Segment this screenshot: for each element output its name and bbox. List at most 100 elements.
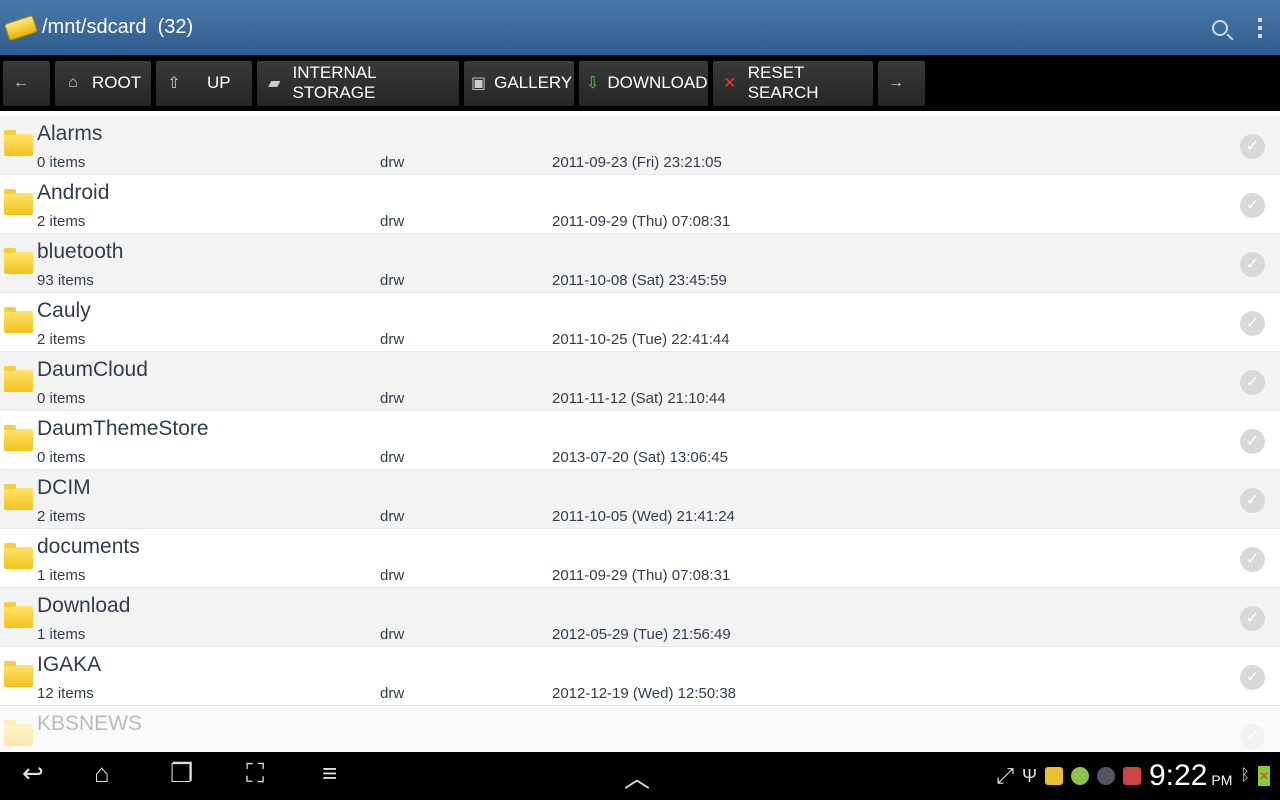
internal-storage-label: INTERNAL STORAGE <box>292 63 376 102</box>
folder-icon <box>4 543 33 569</box>
forward-button[interactable]: → <box>878 60 925 106</box>
usb-icon: Ψ <box>1021 765 1037 786</box>
download-label: DOWNLOAD <box>607 73 708 92</box>
file-row[interactable]: Cauly 2 items drw 2011-10-25 (Tue) 22:41… <box>0 293 1280 352</box>
file-name: Download <box>37 594 131 617</box>
file-row[interactable]: Android 2 items drw 2011-09-29 (Thu) 07:… <box>0 175 1280 234</box>
permissions: drw <box>380 449 405 466</box>
file-row[interactable]: KBSNEWS ✓ <box>0 706 1280 752</box>
file-row[interactable]: documents 1 items drw 2011-09-29 (Thu) 0… <box>0 529 1280 588</box>
item-count: 2 items <box>37 213 86 230</box>
current-path-title: /mnt/sdcard (32) <box>42 16 194 38</box>
file-name: DCIM <box>37 476 91 499</box>
item-count: 93 items <box>37 272 94 289</box>
folder-open-icon[interactable] <box>3 14 39 41</box>
internal-storage-button[interactable]: ▰ INTERNAL STORAGE <box>257 60 459 106</box>
folder-icon <box>4 366 33 392</box>
battery-icon: ✕ <box>1258 766 1270 786</box>
modified-date: 2011-09-23 (Fri) 23:21:05 <box>552 154 722 171</box>
file-name: DaumCloud <box>37 358 148 381</box>
file-row[interactable]: DaumThemeStore 0 items drw 2013-07-20 (S… <box>0 411 1280 470</box>
overflow-menu-icon[interactable] <box>1258 17 1262 38</box>
select-check-icon[interactable]: ✓ <box>1240 724 1265 749</box>
file-manager-icon <box>1045 767 1063 785</box>
file-name: KBSNEWS <box>37 712 143 735</box>
modified-date: 2012-12-19 (Wed) 12:50:38 <box>552 685 737 702</box>
back-button[interactable]: ← <box>3 60 50 106</box>
modified-date: 2011-11-12 (Sat) 21:10:44 <box>552 390 726 407</box>
folder-icon <box>4 484 33 510</box>
up-button[interactable]: ⇧ UP <box>156 60 252 106</box>
reset-search-button[interactable]: ✕ RESET SEARCH <box>713 60 873 106</box>
item-count: 0 items <box>37 449 86 466</box>
root-label: ROOT <box>92 73 142 92</box>
toolbar: ← ⌂ ROOT ⇧ UP ▰ INTERNAL STORAGE ▣ GALLERY ⇩… <box>0 55 1280 111</box>
select-check-icon[interactable]: ✓ <box>1240 665 1265 690</box>
back-icon[interactable]: ↩ <box>22 758 44 789</box>
select-check-icon[interactable]: ✓ <box>1240 193 1265 218</box>
permissions: drw <box>380 331 405 348</box>
modified-date: 2012-05-29 (Tue) 21:56:49 <box>552 626 731 643</box>
modified-date: 2011-09-29 (Thu) 07:08:31 <box>552 213 731 230</box>
notes-icon <box>1123 767 1141 785</box>
select-check-icon[interactable]: ✓ <box>1240 429 1265 454</box>
folder-icon <box>4 307 33 333</box>
download-button[interactable]: ⇩ DOWNLOAD <box>579 60 708 106</box>
item-count: 12 items <box>37 685 94 702</box>
screenshot-icon[interactable]: ⛶ <box>246 758 264 790</box>
select-check-icon[interactable]: ✓ <box>1240 134 1265 159</box>
root-button[interactable]: ⌂ ROOT <box>55 60 151 106</box>
menu-icon[interactable]: ≡ <box>322 758 337 789</box>
item-count: 1 items <box>37 626 86 643</box>
file-name: Cauly <box>37 299 91 322</box>
android-icon <box>1071 767 1089 785</box>
file-row[interactable]: IGAKA 12 items drw 2012-12-19 (Wed) 12:5… <box>0 647 1280 706</box>
modified-date: 2011-10-25 (Tue) 22:41:44 <box>552 331 730 348</box>
select-check-icon[interactable]: ✓ <box>1240 252 1265 277</box>
search-icon[interactable] <box>1212 19 1228 36</box>
arrow-left-icon: ← <box>13 74 29 91</box>
modified-date: 2013-07-20 (Sat) 13:06:45 <box>552 449 728 466</box>
camera-icon <box>1097 767 1115 785</box>
item-count: 0 items <box>37 154 86 171</box>
folder-icon <box>4 720 33 746</box>
gallery-button[interactable]: ▣ GALLERY <box>464 60 574 106</box>
folder-icon <box>4 130 33 156</box>
status-area[interactable]: ⤢ Ψ 9:22 PM ᛒ ✕ <box>996 752 1270 800</box>
folder-icon <box>4 661 33 687</box>
file-list: Alarms 0 items drw 2011-09-23 (Fri) 23:2… <box>0 116 1280 752</box>
select-check-icon[interactable]: ✓ <box>1240 311 1265 336</box>
close-icon: ✕ <box>723 75 737 92</box>
permissions: drw <box>380 272 405 289</box>
select-check-icon[interactable]: ✓ <box>1240 547 1265 572</box>
item-count: 0 items <box>37 390 86 407</box>
recent-apps-icon[interactable]: ❐ <box>170 758 193 789</box>
home-icon: ⌂ <box>68 74 78 91</box>
modified-date: 2011-10-08 (Sat) 23:45:59 <box>552 272 727 289</box>
permissions: drw <box>380 626 405 643</box>
home-icon[interactable]: ⌂ <box>94 758 110 789</box>
select-check-icon[interactable]: ✓ <box>1240 606 1265 631</box>
item-count: 1 items <box>37 567 86 584</box>
folder-icon <box>4 425 33 451</box>
permissions: drw <box>380 390 405 407</box>
clock-ampm: PM <box>1211 772 1233 788</box>
file-row[interactable]: Download 1 items drw 2012-05-29 (Tue) 21… <box>0 588 1280 647</box>
chevron-up-icon[interactable]: ︿ <box>624 758 650 795</box>
system-nav-bar: ↩ ⌂ ❐ ⛶ ≡ ︿ ⤢ Ψ 9:22 PM ᛒ ✕ <box>0 752 1280 800</box>
modified-date: 2011-10-05 (Wed) 21:41:24 <box>552 508 735 525</box>
select-check-icon[interactable]: ✓ <box>1240 488 1265 513</box>
file-row[interactable]: Alarms 0 items drw 2011-09-23 (Fri) 23:2… <box>0 116 1280 175</box>
file-name: documents <box>37 535 140 558</box>
image-icon: ▣ <box>471 75 487 92</box>
fullscreen-icon: ⤢ <box>996 763 1014 788</box>
permissions: drw <box>380 567 405 584</box>
file-row[interactable]: bluetooth 93 items drw 2011-10-08 (Sat) … <box>0 234 1280 293</box>
item-count: 2 items <box>37 331 86 348</box>
file-row[interactable]: DaumCloud 0 items drw 2011-11-12 (Sat) 2… <box>0 352 1280 411</box>
file-row[interactable]: DCIM 2 items drw 2011-10-05 (Wed) 21:41:… <box>0 470 1280 529</box>
select-check-icon[interactable]: ✓ <box>1240 370 1265 395</box>
arrow-up-icon: ⇧ <box>167 75 181 92</box>
permissions: drw <box>380 685 405 702</box>
reset-search-label: RESET SEARCH <box>747 63 819 102</box>
